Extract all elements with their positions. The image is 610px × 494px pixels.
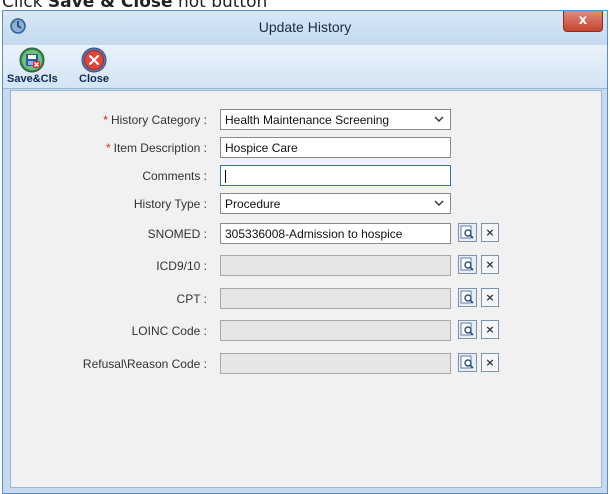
save-close-icon bbox=[19, 47, 45, 73]
history-category-label: * History Category : bbox=[103, 113, 207, 127]
update-history-window: Update History x Save&Cls Close * Histor… bbox=[2, 10, 608, 494]
search-icon bbox=[460, 290, 474, 304]
history-category-row: * History Category : Health Maintenance S… bbox=[11, 109, 601, 131]
item-description-row: * Item Description : Hospice Care bbox=[11, 137, 601, 159]
window-close-button[interactable]: x bbox=[563, 11, 603, 32]
refusal-reason-input[interactable] bbox=[220, 353, 451, 374]
snomed-clear-button[interactable]: × bbox=[481, 223, 499, 242]
loinc-clear-button[interactable]: × bbox=[481, 320, 499, 339]
loinc-label: LOINC Code : bbox=[131, 324, 207, 338]
close-button[interactable]: Close bbox=[77, 47, 111, 85]
text-caret bbox=[225, 170, 226, 184]
snomed-lookup-button[interactable] bbox=[458, 223, 477, 242]
close-icon bbox=[81, 47, 107, 73]
save-and-close-button[interactable]: Save&Cls bbox=[7, 47, 58, 85]
cpt-input[interactable] bbox=[220, 288, 451, 309]
search-icon bbox=[460, 355, 474, 369]
icd-label: ICD9/10 : bbox=[156, 259, 207, 273]
refusal-reason-lookup-button[interactable] bbox=[458, 353, 477, 372]
history-type-label: History Type : bbox=[133, 197, 207, 211]
required-asterisk: * bbox=[105, 141, 111, 155]
cpt-lookup-button[interactable] bbox=[458, 288, 477, 307]
required-asterisk: * bbox=[103, 113, 108, 127]
close-label: Close bbox=[79, 73, 109, 85]
icd-row: ICD9/10 : × bbox=[11, 255, 601, 277]
refusal-reason-row: Refusal\Reason Code : × bbox=[11, 353, 601, 375]
history-category-select[interactable]: Health Maintenance Screening bbox=[220, 109, 451, 130]
toolbar: Save&Cls Close bbox=[3, 45, 607, 89]
snomed-input[interactable]: 305336008-Admission to hospice bbox=[220, 223, 451, 244]
refusal-reason-label: Refusal\Reason Code : bbox=[82, 357, 207, 371]
chevron-down-icon bbox=[434, 116, 444, 122]
cpt-row: CPT : × bbox=[11, 288, 601, 310]
comments-row: Comments : bbox=[11, 165, 601, 187]
icd-input[interactable] bbox=[220, 255, 451, 276]
loinc-row: LOINC Code : × bbox=[11, 320, 601, 342]
search-icon bbox=[460, 322, 474, 336]
search-icon bbox=[460, 225, 474, 239]
loinc-lookup-button[interactable] bbox=[458, 320, 477, 339]
title-bar: Update History x bbox=[3, 11, 607, 45]
refusal-reason-clear-button[interactable]: × bbox=[481, 353, 499, 372]
history-type-select[interactable]: Procedure bbox=[220, 193, 451, 214]
history-type-row: History Type : Procedure bbox=[11, 193, 601, 215]
chevron-down-icon bbox=[434, 200, 444, 206]
search-icon bbox=[460, 257, 474, 271]
item-description-label: * Item Description : bbox=[105, 141, 207, 155]
loinc-input[interactable] bbox=[220, 320, 451, 341]
icd-lookup-button[interactable] bbox=[458, 255, 477, 274]
save-and-close-label: Save&Cls bbox=[7, 73, 58, 85]
snomed-row: SNOMED : 305336008-Admission to hospice … bbox=[11, 223, 601, 245]
comments-label: Comments : bbox=[142, 169, 207, 183]
item-description-input[interactable]: Hospice Care bbox=[220, 137, 451, 158]
comments-input[interactable] bbox=[220, 165, 451, 186]
snomed-label: SNOMED : bbox=[147, 227, 207, 241]
form-panel: * History Category : Health Maintenance S… bbox=[10, 90, 602, 488]
window-title: Update History bbox=[258, 19, 352, 35]
icd-clear-button[interactable]: × bbox=[481, 255, 499, 274]
cpt-label: CPT : bbox=[176, 292, 207, 306]
cpt-clear-button[interactable]: × bbox=[481, 288, 499, 307]
